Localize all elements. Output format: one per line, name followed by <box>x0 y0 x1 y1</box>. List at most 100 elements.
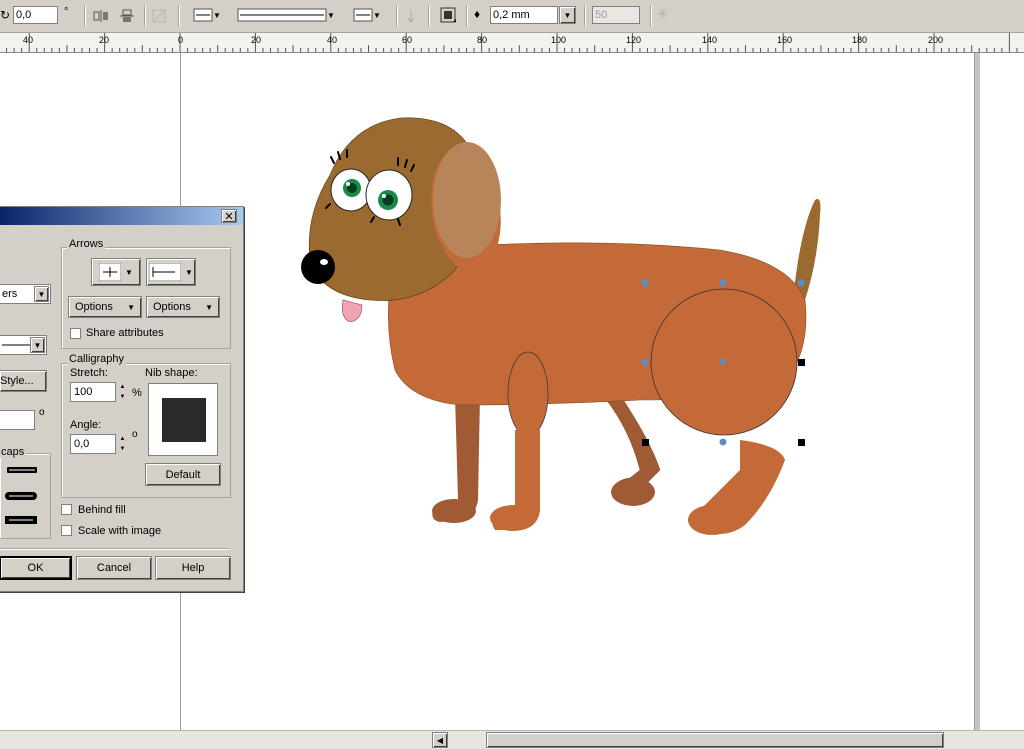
angle-label: Angle: <box>70 419 102 431</box>
edit-style-label: Style... <box>0 375 34 387</box>
outline-pen-dialog: ✕ ers ▼ ▼ Style... o caps Arrows ▼ ▼ Opt… <box>0 206 244 592</box>
chevron-left-icon: ◀ <box>436 735 444 745</box>
ok-button[interactable]: OK <box>0 556 72 580</box>
dialog-divider <box>0 548 229 550</box>
line-style-dropdown[interactable]: ▼ <box>236 5 336 25</box>
scale-with-image-checkbox[interactable] <box>61 525 72 536</box>
convert-to-curves-icon <box>150 6 168 26</box>
rotation-unit: ° <box>64 6 69 18</box>
start-arrow-dropdown[interactable]: ▼ <box>190 5 224 25</box>
nib-shape-preview[interactable] <box>148 383 218 456</box>
ruler-label: 180 <box>852 35 868 45</box>
corners-select-arrow[interactable]: ▼ <box>34 286 49 302</box>
square-cap-option[interactable] <box>5 514 37 526</box>
ruler-label: 60 <box>402 35 413 45</box>
sparkle-icon: ✳ <box>657 6 668 21</box>
scale-with-image-label: Scale with image <box>78 525 162 537</box>
ruler-label: 20 <box>99 35 110 45</box>
angle-value: 0,0 <box>74 438 90 450</box>
stretch-spinner[interactable]: ▲ ▼ <box>115 382 129 402</box>
dog-tail <box>793 199 821 300</box>
mirror-horizontal-icon[interactable] <box>92 6 110 26</box>
calligraphy-group-label: Calligraphy <box>67 353 127 365</box>
ruler-ticks <box>6 33 1018 52</box>
ruler-label: 160 <box>777 35 793 45</box>
end-arrow-options-button[interactable]: Options ▼ <box>146 296 220 318</box>
chevron-down-icon: ▼ <box>373 10 381 20</box>
outline-pen-icon: ♦ <box>474 7 481 21</box>
scroll-thumb[interactable] <box>486 732 944 748</box>
dialog-titlebar[interactable] <box>0 207 243 225</box>
default-button[interactable]: Default <box>145 463 221 486</box>
nib-square <box>162 398 206 442</box>
behind-fill-label: Behind fill <box>78 504 126 516</box>
ruler-label: 200 <box>928 35 944 45</box>
back-paw-light <box>688 505 736 535</box>
chevron-down-icon: ▼ <box>563 10 572 20</box>
options-label: Options <box>75 301 113 313</box>
ruler-label: 20 <box>251 35 262 45</box>
chevron-down-icon: ▼ <box>213 10 221 20</box>
chevron-down-icon: ▼ <box>205 302 213 312</box>
help-button[interactable]: Help <box>155 556 231 580</box>
arrows-group-label: Arrows <box>67 238 106 250</box>
auto-close-icon <box>403 6 419 26</box>
stretch-value: 100 <box>74 386 93 398</box>
share-attributes-label: Share attributes <box>86 327 164 339</box>
ruler-label: 80 <box>477 35 488 45</box>
mirror-vertical-icon[interactable] <box>118 6 136 26</box>
behind-fill-checkbox[interactable] <box>61 504 72 515</box>
ok-label: OK <box>27 562 44 574</box>
outline-width-input[interactable]: 0,2 mm <box>490 6 558 24</box>
help-label: Help <box>181 562 205 574</box>
wrap-text-icon[interactable] <box>438 5 458 25</box>
ruler-label: 140 <box>702 35 718 45</box>
stretch-label: Stretch: <box>70 367 108 379</box>
ruler-label: 40 <box>23 35 34 45</box>
start-arrow-select[interactable]: ▼ <box>91 258 141 286</box>
chevron-down-icon: ▼ <box>185 267 193 277</box>
cancel-label: Cancel <box>96 562 132 574</box>
front-paw-dark <box>432 499 476 523</box>
options-label: Options <box>153 301 191 313</box>
horizontal-ruler[interactable]: 40 20 0 20 40 60 80 100 120 140 160 180 … <box>0 33 1024 53</box>
outline-width-dropdown[interactable]: ▼ <box>559 6 576 24</box>
back-paw-dark <box>611 478 655 506</box>
dialog-close-button[interactable]: ✕ <box>221 209 237 223</box>
close-icon: ✕ <box>224 210 234 223</box>
front-paw-light <box>490 505 536 531</box>
stretch-unit: % <box>132 387 142 399</box>
default-label: Default <box>165 468 201 481</box>
chevron-down-icon: ▼ <box>33 340 42 350</box>
miter-limit-input[interactable] <box>0 410 35 430</box>
scroll-left-button[interactable]: ◀ <box>432 732 448 748</box>
end-arrow-dropdown[interactable]: ▼ <box>350 5 384 25</box>
corners-select-value: ers <box>2 288 18 300</box>
butt-cap-option[interactable] <box>7 465 37 475</box>
share-attributes-checkbox[interactable] <box>70 328 81 339</box>
dog-nose <box>301 250 335 284</box>
line-caps-label: caps <box>0 446 27 458</box>
end-arrow-select[interactable]: ▼ <box>146 258 196 286</box>
nib-shape-label: Nib shape: <box>145 367 198 379</box>
edit-style-button[interactable]: Style... <box>0 370 47 392</box>
miter-unit: o <box>39 407 45 418</box>
ruler-label: 120 <box>626 35 642 45</box>
angle-spinner[interactable]: ▲ ▼ <box>115 434 129 454</box>
ruler-label: 0 <box>178 35 184 45</box>
horizontal-scrollbar[interactable]: ◀ <box>0 730 1024 749</box>
round-cap-option[interactable] <box>5 490 37 502</box>
start-arrow-options-button[interactable]: Options ▼ <box>68 296 142 318</box>
property-toolbar: ↻ 0,0 ° ▼ ▼ ▼ ♦ 0,2 mm ▼ 50 ✳ <box>0 0 1024 33</box>
cancel-button[interactable]: Cancel <box>76 556 152 580</box>
chevron-down-icon: ▼ <box>125 267 133 277</box>
line-style-select-arrow[interactable]: ▼ <box>30 337 45 353</box>
rotation-input[interactable]: 0,0 <box>13 6 58 24</box>
dog-tongue <box>342 299 363 323</box>
rotate-icon: ↻ <box>0 8 11 22</box>
disabled-spin-input: 50 <box>592 6 640 24</box>
angle-unit: o <box>132 429 138 440</box>
dog-ear <box>433 142 501 258</box>
chevron-down-icon: ▼ <box>127 302 135 312</box>
chevron-down-icon: ▼ <box>37 289 46 299</box>
